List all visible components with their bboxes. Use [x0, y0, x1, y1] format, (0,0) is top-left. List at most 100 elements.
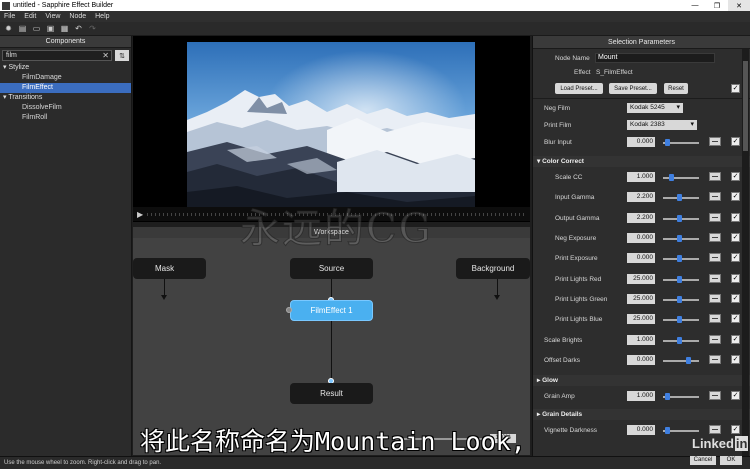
output-gamma-curve-button[interactable] [709, 213, 721, 222]
slider-knob[interactable] [677, 235, 682, 242]
blur-input-slider[interactable] [663, 139, 699, 146]
tree-category-transitions[interactable]: ▾ Transitions [0, 93, 131, 103]
close-button[interactable]: ✕ [728, 0, 750, 11]
new-file-icon[interactable]: ▤ [18, 24, 27, 33]
tree-item-filmdamage[interactable]: FilmDamage [0, 73, 131, 83]
tree-item-filmeffect[interactable]: FilmEffect [0, 83, 131, 93]
menu-file[interactable]: File [0, 13, 20, 20]
enable-checkbox[interactable]: ✓ [731, 84, 740, 93]
menu-edit[interactable]: Edit [20, 13, 41, 20]
menu-node[interactable]: Node [65, 13, 91, 20]
slider-knob[interactable] [677, 337, 682, 344]
neg-film-select[interactable]: Kodak 5245 [627, 103, 683, 113]
undo-icon[interactable]: ↶ [74, 24, 83, 33]
section-color-correct[interactable]: ▾ Color Correct [533, 156, 750, 167]
grain-amp-checkbox[interactable]: ✓ [731, 391, 740, 400]
slider-knob[interactable] [665, 393, 670, 400]
scale-brights-checkbox[interactable]: ✓ [731, 335, 740, 344]
offset-darks-checkbox[interactable]: ✓ [731, 355, 740, 364]
input-gamma-value[interactable]: 2.200 [627, 192, 655, 202]
source-node[interactable]: Source [290, 258, 373, 279]
blur-input-checkbox[interactable]: ✓ [731, 137, 740, 146]
print-lights-blue-slider[interactable] [663, 316, 699, 323]
grain-amp-curve-button[interactable] [709, 391, 721, 400]
scale-cc-slider[interactable] [663, 174, 699, 181]
input-gamma-slider[interactable] [663, 194, 699, 201]
vignette-darkness-slider[interactable] [663, 427, 699, 434]
grain-amp-value[interactable]: 1.000 [627, 391, 655, 401]
slider-knob[interactable] [677, 296, 682, 303]
vignette-darkness-value[interactable]: 0.000 [627, 425, 655, 435]
sort-az-button[interactable]: ⇅ [115, 50, 129, 61]
offset-darks-slider[interactable] [663, 357, 699, 364]
blur-input-curve-button[interactable] [709, 137, 721, 146]
print-lights-green-curve-button[interactable] [709, 294, 721, 303]
input-gamma-checkbox[interactable]: ✓ [731, 192, 740, 201]
output-gamma-value[interactable]: 2.200 [627, 213, 655, 223]
clear-search-icon[interactable]: ✕ [102, 51, 109, 60]
save-icon[interactable]: ▣ [46, 24, 55, 33]
scrollbar-thumb[interactable] [743, 61, 748, 151]
reset-button[interactable]: Reset [664, 83, 688, 94]
open-folder-icon[interactable]: ▭ [32, 24, 41, 33]
print-exposure-checkbox[interactable]: ✓ [731, 253, 740, 262]
parameters-scrollbar[interactable] [742, 49, 749, 456]
output-gamma-checkbox[interactable]: ✓ [731, 213, 740, 222]
slider-knob[interactable] [677, 255, 682, 262]
tree-category-stylize[interactable]: ▾ Stylize [0, 63, 131, 73]
menu-view[interactable]: View [41, 13, 65, 20]
section-grain-details[interactable]: ▸ Grain Details [533, 409, 750, 420]
scale-brights-slider[interactable] [663, 337, 699, 344]
save-as-icon[interactable]: ▦ [60, 24, 69, 33]
neg-exposure-checkbox[interactable]: ✓ [731, 233, 740, 242]
slider-knob[interactable] [677, 194, 682, 201]
print-exposure-slider[interactable] [663, 255, 699, 262]
print-lights-blue-curve-button[interactable] [709, 314, 721, 323]
slider-knob[interactable] [677, 276, 682, 283]
print-lights-red-curve-button[interactable] [709, 274, 721, 283]
component-search-input[interactable]: film ✕ [2, 50, 112, 61]
load-preset-button[interactable]: Load Preset... [555, 83, 603, 94]
mask-node[interactable]: Mask [133, 258, 206, 279]
slider-knob[interactable] [665, 427, 670, 434]
vignette-darkness-curve-button[interactable] [709, 425, 721, 434]
slider-knob[interactable] [665, 139, 670, 146]
play-icon[interactable]: ▶ [137, 210, 143, 219]
menu-help[interactable]: Help [91, 13, 114, 20]
save-preset-button[interactable]: Save Preset... [609, 83, 657, 94]
output-gamma-slider[interactable] [663, 215, 699, 222]
effect-side-port[interactable] [286, 307, 292, 313]
tree-item-dissolvefilm[interactable]: DissolveFilm [0, 103, 131, 113]
tree-item-filmroll[interactable]: FilmRoll [0, 113, 131, 123]
node-name-input[interactable]: Mount [595, 53, 715, 63]
print-lights-blue-checkbox[interactable]: ✓ [731, 314, 740, 323]
print-lights-red-slider[interactable] [663, 276, 699, 283]
offset-darks-value[interactable]: 0.000 [627, 355, 655, 365]
scale-brights-value[interactable]: 1.000 [627, 335, 655, 345]
neg-exposure-curve-button[interactable] [709, 233, 721, 242]
ok-button[interactable]: OK [720, 456, 742, 465]
scale-cc-checkbox[interactable]: ✓ [731, 172, 740, 181]
print-lights-red-value[interactable]: 25.000 [627, 274, 655, 284]
print-exposure-value[interactable]: 0.000 [627, 253, 655, 263]
minimize-button[interactable]: — [684, 0, 706, 11]
scale-cc-curve-button[interactable] [709, 172, 721, 181]
blur-input-value[interactable]: 0.000 [627, 137, 655, 147]
maximize-button[interactable]: ❐ [706, 0, 728, 11]
section-glow[interactable]: ▸ Glow [533, 375, 750, 386]
print-lights-red-checkbox[interactable]: ✓ [731, 274, 740, 283]
print-lights-blue-value[interactable]: 25.000 [627, 314, 655, 324]
offset-darks-curve-button[interactable] [709, 355, 721, 364]
cancel-button[interactable]: Cancel [690, 456, 716, 465]
scale-brights-curve-button[interactable] [709, 335, 721, 344]
print-film-select[interactable]: Kodak 2383 [627, 120, 697, 130]
slider-knob[interactable] [677, 316, 682, 323]
background-node[interactable]: Background [456, 258, 530, 279]
neg-exposure-slider[interactable] [663, 235, 699, 242]
redo-icon[interactable]: ↷ [88, 24, 97, 33]
print-lights-green-slider[interactable] [663, 296, 699, 303]
slider-knob[interactable] [677, 215, 682, 222]
scale-cc-value[interactable]: 1.000 [627, 172, 655, 182]
input-gamma-curve-button[interactable] [709, 192, 721, 201]
filmeffect-node[interactable]: FilmEffect 1 [290, 300, 373, 321]
